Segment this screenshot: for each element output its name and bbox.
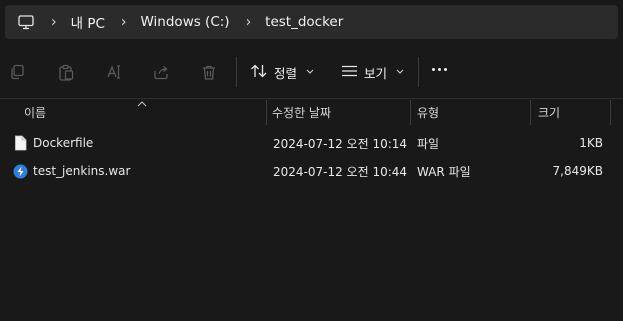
address-bar[interactable]: › 내 PC › Windows (C:) › test_docker	[5, 5, 618, 39]
file-modified: 2024-07-12 오전 10:44	[273, 164, 408, 179]
view-button[interactable]: 보기	[341, 60, 404, 84]
sort-ascending-icon	[137, 96, 147, 107]
file-modified: 2024-07-12 오전 10:14	[273, 136, 408, 151]
rename-icon[interactable]	[104, 62, 124, 82]
chevron-down-icon	[396, 67, 404, 77]
view-list-icon	[341, 65, 358, 80]
file-size: 7,849KB	[552, 164, 603, 178]
paste-icon[interactable]	[56, 62, 76, 82]
breadcrumb-this-pc[interactable]: 내 PC	[71, 12, 105, 32]
column-divider[interactable]	[530, 100, 531, 125]
toolbar-divider	[236, 57, 237, 87]
list-item[interactable]: Dockerfile 2024-07-12 오전 10:14 파일 1KB	[0, 129, 623, 157]
toolbar-divider-line	[0, 98, 623, 99]
sort-label: 정렬	[274, 65, 298, 81]
copy-icon[interactable]	[7, 62, 27, 82]
file-type: 파일	[417, 136, 440, 151]
column-header-name[interactable]: 이름	[24, 100, 46, 124]
war-file-icon	[13, 157, 28, 185]
breadcrumb-test-docker[interactable]: test_docker	[265, 14, 343, 30]
list-item[interactable]: test_jenkins.war 2024-07-12 오전 10:44 WAR…	[0, 157, 623, 185]
column-header-type[interactable]: 유형	[417, 100, 439, 124]
breadcrumb-separator-icon[interactable]: ›	[51, 13, 57, 31]
delete-icon[interactable]	[199, 62, 219, 82]
breadcrumb-separator-icon[interactable]: ›	[121, 13, 127, 31]
command-bar: 정렬 보기	[0, 46, 623, 98]
column-divider[interactable]	[610, 100, 611, 125]
file-name: Dockerfile	[33, 136, 94, 150]
column-header-modified[interactable]: 수정한 날짜	[272, 100, 331, 124]
column-divider[interactable]	[410, 100, 411, 125]
share-icon[interactable]	[151, 62, 171, 82]
breadcrumb-windows-c[interactable]: Windows (C:)	[141, 14, 230, 30]
file-size: 1KB	[579, 136, 603, 150]
column-divider[interactable]	[266, 100, 267, 125]
more-options-icon[interactable]	[432, 68, 447, 71]
breadcrumb-separator-icon[interactable]: ›	[246, 13, 252, 31]
file-icon	[14, 129, 27, 157]
file-name: test_jenkins.war	[33, 164, 131, 178]
view-label: 보기	[364, 65, 388, 81]
chevron-down-icon	[306, 67, 314, 77]
computer-icon[interactable]	[17, 13, 35, 31]
sort-icon	[250, 64, 268, 81]
column-header-size[interactable]: 크기	[538, 100, 560, 124]
toolbar-divider	[418, 57, 419, 87]
file-type: WAR 파일	[417, 164, 471, 179]
sort-button[interactable]: 정렬	[250, 60, 314, 84]
